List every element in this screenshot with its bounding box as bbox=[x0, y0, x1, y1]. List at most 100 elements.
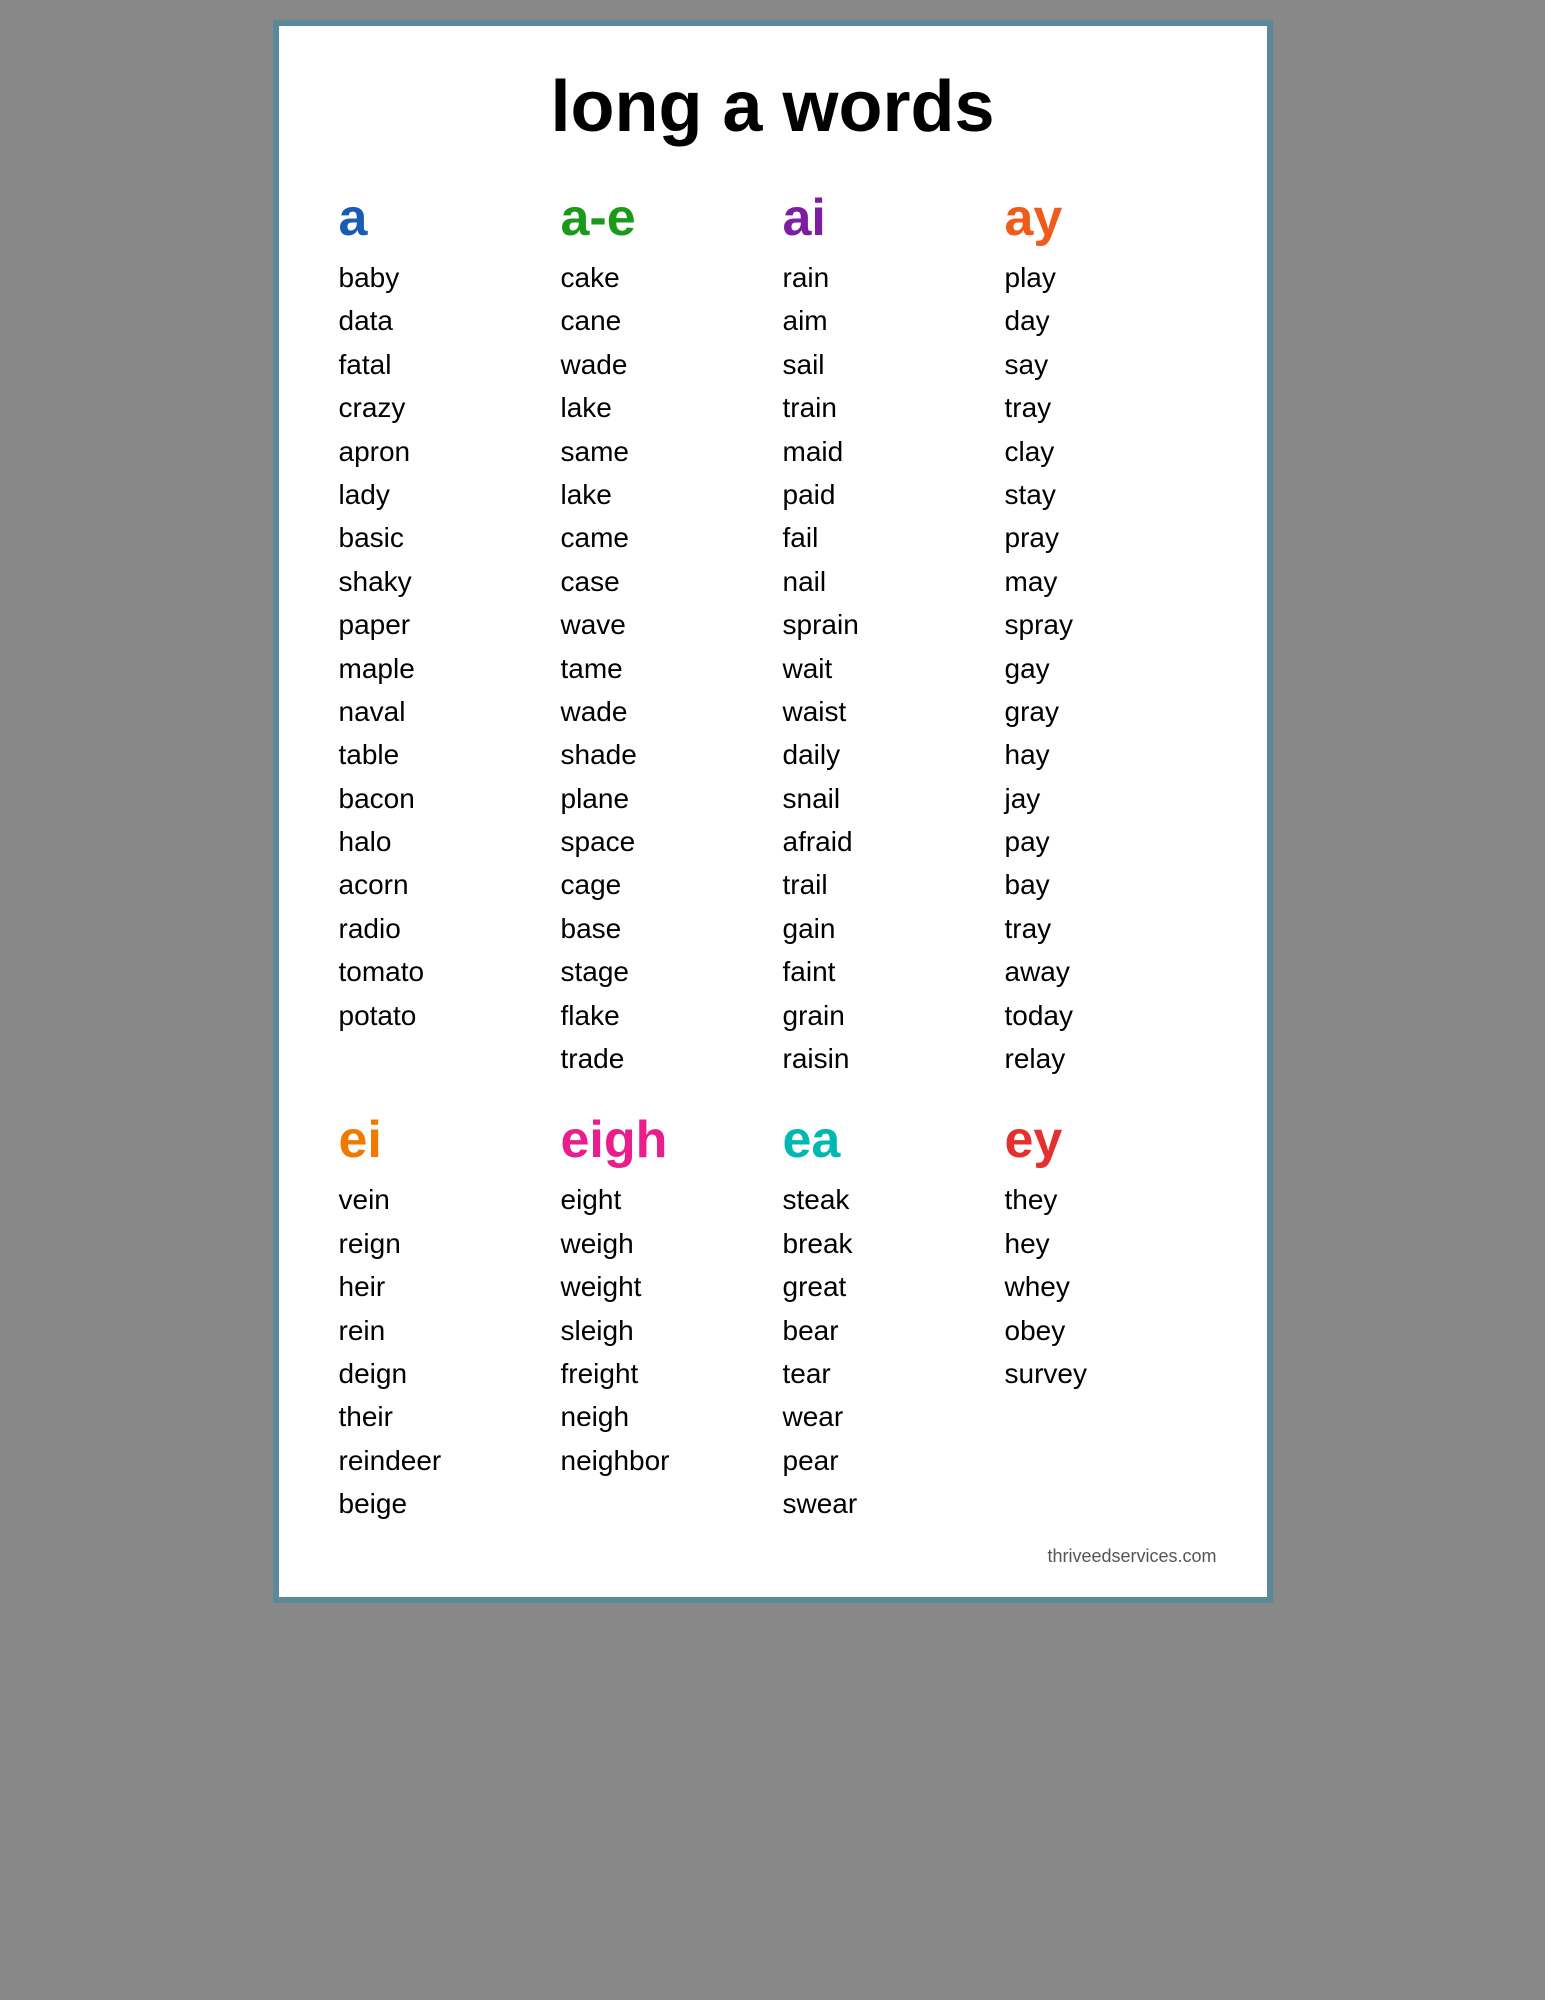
column-eigh: eigh eight weigh weight sleigh freight n… bbox=[551, 1110, 773, 1525]
list-item: reign bbox=[339, 1222, 541, 1265]
list-item: play bbox=[1005, 256, 1207, 299]
column-ae: a-e cake cane wade lake same lake came c… bbox=[551, 188, 773, 1080]
list-item: steak bbox=[783, 1178, 985, 1221]
list-item: trade bbox=[561, 1037, 763, 1080]
page-title: long a words bbox=[329, 66, 1217, 148]
top-grid: a baby data fatal crazy apron lady basic… bbox=[329, 188, 1217, 1080]
list-item: apron bbox=[339, 430, 541, 473]
list-item: heir bbox=[339, 1265, 541, 1308]
header-ai: ai bbox=[783, 188, 985, 248]
list-item: gain bbox=[783, 907, 985, 950]
list-item: paper bbox=[339, 603, 541, 646]
list-item: may bbox=[1005, 560, 1207, 603]
list-item: deign bbox=[339, 1352, 541, 1395]
list-item: potato bbox=[339, 994, 541, 1037]
list-item: shade bbox=[561, 733, 763, 776]
list-item: stay bbox=[1005, 473, 1207, 516]
bottom-grid: ei vein reign heir rein deign their rein… bbox=[329, 1110, 1217, 1566]
list-item: train bbox=[783, 386, 985, 429]
list-item: snail bbox=[783, 777, 985, 820]
list-item: day bbox=[1005, 299, 1207, 342]
list-item: cake bbox=[561, 256, 763, 299]
list-item: faint bbox=[783, 950, 985, 993]
list-item: great bbox=[783, 1265, 985, 1308]
list-item: daily bbox=[783, 733, 985, 776]
list-item: maid bbox=[783, 430, 985, 473]
list-item: stage bbox=[561, 950, 763, 993]
list-item: raisin bbox=[783, 1037, 985, 1080]
list-item: jay bbox=[1005, 777, 1207, 820]
list-item: bay bbox=[1005, 863, 1207, 906]
list-item: naval bbox=[339, 690, 541, 733]
list-item: bear bbox=[783, 1309, 985, 1352]
list-item: neigh bbox=[561, 1395, 763, 1438]
list-item: trail bbox=[783, 863, 985, 906]
header-ay: ay bbox=[1005, 188, 1207, 248]
wordlist-ae: cake cane wade lake same lake came case … bbox=[561, 256, 763, 1080]
list-item: tray bbox=[1005, 907, 1207, 950]
list-item: freight bbox=[561, 1352, 763, 1395]
footer-text: thriveedservices.com bbox=[329, 1546, 1217, 1567]
wordlist-ei: vein reign heir rein deign their reindee… bbox=[339, 1178, 541, 1525]
list-item: lake bbox=[561, 386, 763, 429]
list-item: rein bbox=[339, 1309, 541, 1352]
list-item: lady bbox=[339, 473, 541, 516]
list-item: halo bbox=[339, 820, 541, 863]
list-item: came bbox=[561, 516, 763, 559]
list-item: neighbor bbox=[561, 1439, 763, 1482]
list-item: bacon bbox=[339, 777, 541, 820]
list-item: radio bbox=[339, 907, 541, 950]
list-item: tame bbox=[561, 647, 763, 690]
list-item: hey bbox=[1005, 1222, 1207, 1265]
column-ey: ey they hey whey obey survey bbox=[995, 1110, 1217, 1525]
list-item: eight bbox=[561, 1178, 763, 1221]
list-item: their bbox=[339, 1395, 541, 1438]
list-item: rain bbox=[783, 256, 985, 299]
wordlist-ey: they hey whey obey survey bbox=[1005, 1178, 1207, 1395]
list-item: weight bbox=[561, 1265, 763, 1308]
list-item: survey bbox=[1005, 1352, 1207, 1395]
list-item: fatal bbox=[339, 343, 541, 386]
list-item: today bbox=[1005, 994, 1207, 1037]
list-item: grain bbox=[783, 994, 985, 1037]
list-item: nail bbox=[783, 560, 985, 603]
page: long a words a baby data fatal crazy apr… bbox=[273, 20, 1273, 1603]
list-item: beige bbox=[339, 1482, 541, 1525]
list-item: hay bbox=[1005, 733, 1207, 776]
list-item: sprain bbox=[783, 603, 985, 646]
list-item: maple bbox=[339, 647, 541, 690]
header-ea: ea bbox=[783, 1110, 985, 1170]
header-eigh: eigh bbox=[561, 1110, 763, 1170]
list-item: break bbox=[783, 1222, 985, 1265]
list-item: basic bbox=[339, 516, 541, 559]
list-item: baby bbox=[339, 256, 541, 299]
header-ae: a-e bbox=[561, 188, 763, 248]
list-item: waist bbox=[783, 690, 985, 733]
list-item: lake bbox=[561, 473, 763, 516]
list-item: sail bbox=[783, 343, 985, 386]
list-item: flake bbox=[561, 994, 763, 1037]
header-ey: ey bbox=[1005, 1110, 1207, 1170]
column-ei: ei vein reign heir rein deign their rein… bbox=[329, 1110, 551, 1525]
header-a: a bbox=[339, 188, 541, 248]
wordlist-ea: steak break great bear tear wear pear sw… bbox=[783, 1178, 985, 1525]
list-item: vein bbox=[339, 1178, 541, 1221]
list-item: wade bbox=[561, 690, 763, 733]
list-item: wave bbox=[561, 603, 763, 646]
list-item: cane bbox=[561, 299, 763, 342]
list-item: gray bbox=[1005, 690, 1207, 733]
column-ai: ai rain aim sail train maid paid fail na… bbox=[773, 188, 995, 1080]
list-item: tray bbox=[1005, 386, 1207, 429]
list-item: weigh bbox=[561, 1222, 763, 1265]
list-item: fail bbox=[783, 516, 985, 559]
list-item: they bbox=[1005, 1178, 1207, 1221]
wordlist-a: baby data fatal crazy apron lady basic s… bbox=[339, 256, 541, 1037]
list-item: paid bbox=[783, 473, 985, 516]
list-item: plane bbox=[561, 777, 763, 820]
column-ay: ay play day say tray clay stay pray may … bbox=[995, 188, 1217, 1080]
list-item: acorn bbox=[339, 863, 541, 906]
list-item: cage bbox=[561, 863, 763, 906]
list-item: pay bbox=[1005, 820, 1207, 863]
list-item: base bbox=[561, 907, 763, 950]
column-ea: ea steak break great bear tear wear pear… bbox=[773, 1110, 995, 1525]
